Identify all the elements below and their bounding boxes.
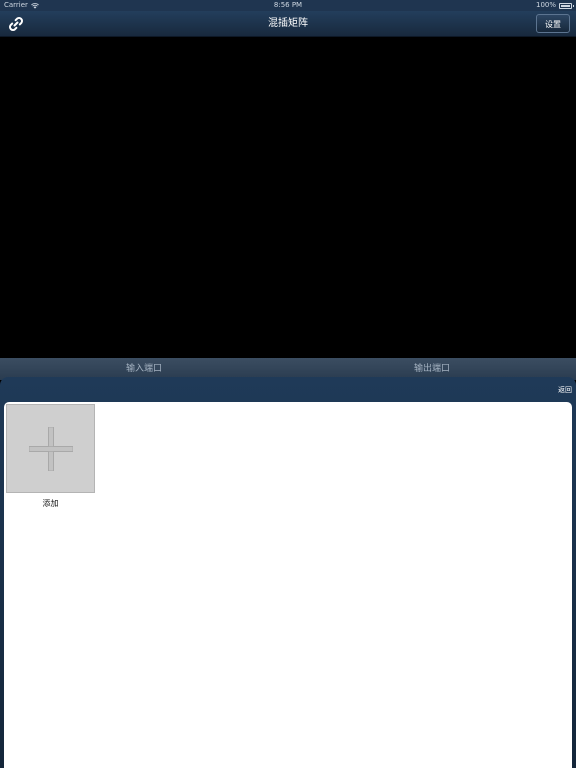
- battery-icon: [559, 2, 574, 9]
- status-bar: Carrier 8:56 PM 100%: [0, 0, 576, 11]
- add-device-tile[interactable]: 添加: [6, 404, 96, 509]
- plus-icon: [29, 427, 73, 471]
- battery-percent: 100%: [535, 1, 556, 9]
- page-title: 混插矩阵: [268, 18, 308, 29]
- app-screen: Carrier 8:56 PM 100% 混插矩阵 设置 输入端口 输出端口 返…: [0, 0, 576, 768]
- video-preview-area: [0, 37, 576, 358]
- device-panel: 返回 添加: [0, 377, 576, 768]
- status-time: 8:56 PM: [273, 1, 303, 9]
- settings-button[interactable]: 设置: [536, 14, 570, 33]
- add-tile-box[interactable]: [6, 404, 95, 493]
- add-label: 添加: [42, 499, 59, 508]
- panel-content: 添加: [4, 402, 572, 768]
- navigation-bar: 混插矩阵 设置: [0, 11, 576, 37]
- status-right: 100%: [535, 0, 574, 11]
- back-button[interactable]: 返回: [558, 384, 572, 396]
